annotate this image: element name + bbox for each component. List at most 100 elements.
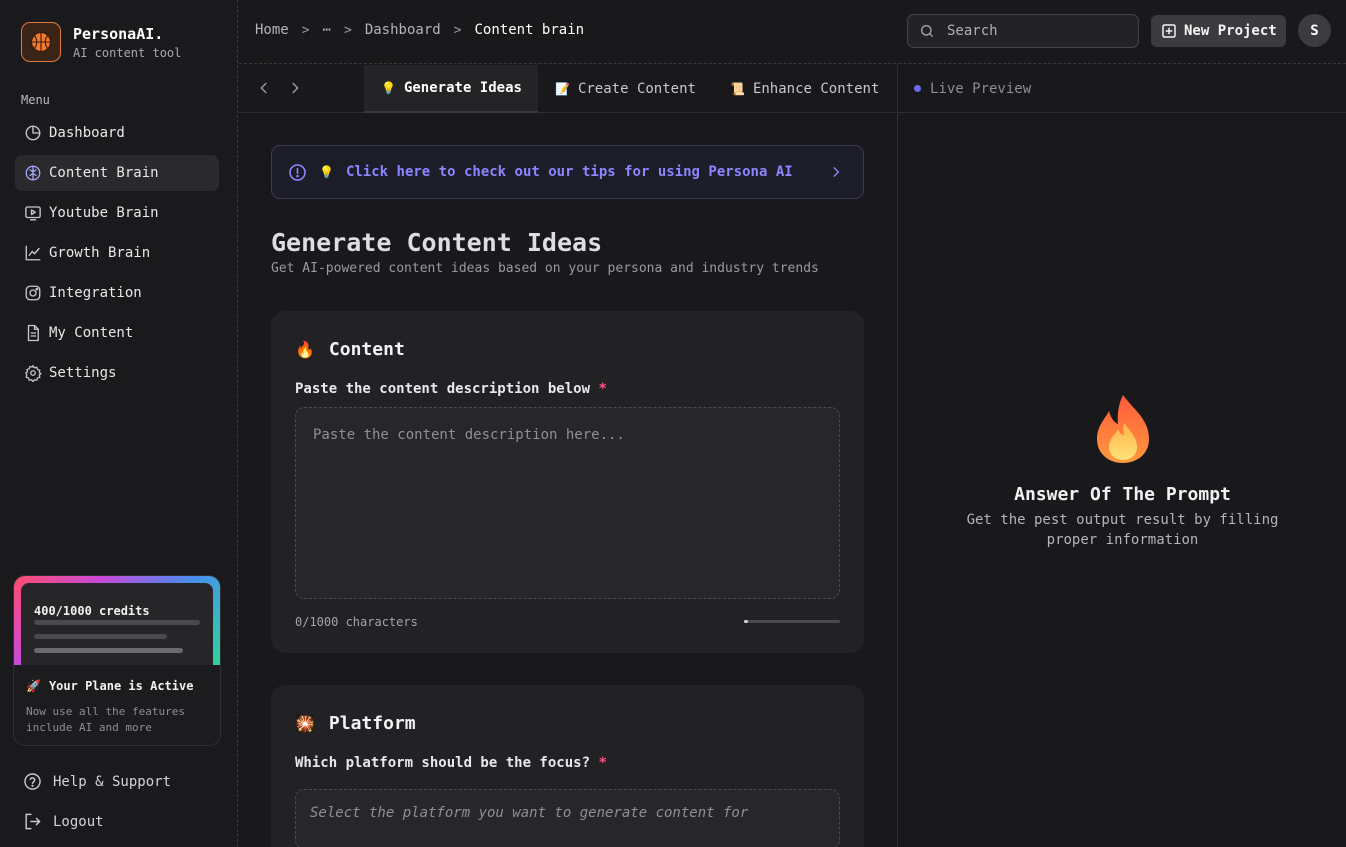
- page-subtitle: Get AI-powered content ideas based on yo…: [271, 261, 819, 276]
- content-field-label: Paste the content description below *: [295, 381, 607, 397]
- info-circle-icon: [288, 163, 307, 182]
- video-icon: [24, 204, 42, 222]
- trend-chart-icon: [24, 244, 42, 262]
- platform-card-title: 🎇 Platform: [295, 713, 416, 734]
- gear-icon: [24, 364, 42, 382]
- chevron-right-icon: >: [301, 22, 310, 38]
- memo-icon: 📝: [555, 82, 570, 96]
- preview-title: Answer Of The Prompt: [1014, 484, 1231, 505]
- sidebar-item-label: Content Brain: [49, 165, 159, 181]
- logout-icon: [23, 812, 42, 831]
- tab-enhance-content[interactable]: 📜 Enhance Content: [713, 65, 896, 113]
- credits-card[interactable]: 400/1000 credits 🚀 Your Plane is Active …: [13, 575, 221, 746]
- search-input[interactable]: [947, 23, 1117, 39]
- char-progress-bar: [744, 620, 840, 623]
- basketball-logo-icon: [21, 22, 61, 62]
- breadcrumb-home[interactable]: Home: [255, 22, 289, 38]
- credits-bar: [34, 634, 167, 639]
- platform-field-label: Which platform should be the focus? *: [295, 755, 607, 771]
- rocket-icon: 🚀: [26, 679, 41, 693]
- sidebar-item-label: Dashboard: [49, 125, 125, 141]
- sidebar: PersonaAI. AI content tool Menu Dashboar…: [0, 0, 238, 847]
- fireworks-icon: 🎇: [295, 714, 315, 733]
- sidebar-item-label: Integration: [49, 285, 142, 301]
- brand-name: PersonaAI.: [73, 25, 164, 43]
- tips-banner[interactable]: 💡 Click here to check out our tips for u…: [271, 145, 864, 199]
- search-icon: [919, 23, 935, 39]
- pie-chart-icon: [24, 124, 42, 142]
- live-preview-header: Live Preview: [897, 65, 1346, 113]
- sidebar-item-settings[interactable]: Settings: [15, 355, 219, 391]
- chevron-right-icon: [829, 165, 843, 179]
- breadcrumb: Home > ⋯ > Dashboard > Content brain: [255, 22, 584, 38]
- menu-label: Menu: [21, 93, 50, 107]
- sidebar-menu: Dashboard Content Brain Youtube Brain Gr…: [15, 115, 219, 395]
- tab-create-content[interactable]: 📝 Create Content: [538, 65, 712, 113]
- breadcrumb-current: Content brain: [474, 22, 585, 38]
- avatar[interactable]: S: [1298, 14, 1331, 47]
- sidebar-item-dashboard[interactable]: Dashboard: [15, 115, 219, 151]
- tab-generate-ideas[interactable]: 💡 Generate Ideas: [364, 65, 538, 113]
- credits-label: 400/1000 credits: [34, 604, 150, 618]
- lightbulb-icon: 💡: [381, 81, 396, 95]
- instagram-icon: [24, 284, 42, 302]
- content-description-placeholder: Paste the content description here...: [313, 427, 625, 443]
- credits-panel: 400/1000 credits: [21, 583, 213, 673]
- search-box[interactable]: [907, 14, 1139, 48]
- plan-status-title: 🚀 Your Plane is Active: [26, 679, 194, 693]
- logout-link[interactable]: Logout: [23, 812, 104, 831]
- platform-card: 🎇 Platform Which platform should be the …: [271, 685, 864, 847]
- sidebar-item-integration[interactable]: Integration: [15, 275, 219, 311]
- tips-text: Click here to check out our tips for usi…: [345, 164, 793, 180]
- breadcrumb-dashboard[interactable]: Dashboard: [365, 22, 441, 38]
- page-title: Generate Content Ideas: [271, 228, 603, 257]
- platform-select-placeholder: Select the platform you want to generate…: [310, 805, 749, 821]
- content-card: 🔥 Content Paste the content description …: [271, 311, 864, 653]
- content-description-textarea[interactable]: Paste the content description here...: [295, 407, 840, 599]
- required-marker: *: [598, 755, 607, 771]
- sidebar-item-youtube-brain[interactable]: Youtube Brain: [15, 195, 219, 231]
- help-support-link[interactable]: Help & Support: [23, 772, 171, 791]
- credits-bar: [34, 620, 200, 625]
- help-support-label: Help & Support: [53, 773, 172, 790]
- tab-label: Generate Ideas: [403, 80, 522, 96]
- back-arrow-icon[interactable]: [256, 80, 272, 96]
- live-preview-panel: Answer Of The Prompt Get the pest output…: [897, 113, 1346, 847]
- sidebar-item-label: Youtube Brain: [49, 205, 159, 221]
- document-icon: [24, 324, 42, 342]
- tab-strip: 💡 Generate Ideas 📝 Create Content 📜 Enha…: [239, 65, 896, 113]
- brain-icon: [24, 164, 42, 182]
- sidebar-item-content-brain[interactable]: Content Brain: [15, 155, 219, 191]
- tab-label: Create Content: [577, 81, 696, 97]
- new-project-label: New Project: [1184, 23, 1277, 39]
- forward-arrow-icon[interactable]: [287, 80, 303, 96]
- main-content: 💡 Click here to check out our tips for u…: [239, 113, 896, 847]
- content-card-title: 🔥 Content: [295, 339, 405, 360]
- lightbulb-icon: 💡: [319, 165, 334, 179]
- scroll-icon: 📜: [730, 82, 745, 96]
- sidebar-item-label: My Content: [49, 325, 134, 341]
- preview-subtitle: Get the pest output result by filling pr…: [966, 512, 1279, 548]
- brand-subtitle: AI content tool: [73, 46, 182, 60]
- sidebar-item-label: Settings: [49, 365, 117, 381]
- char-counter: 0/1000 characters: [295, 615, 418, 629]
- fire-icon: [1093, 393, 1153, 465]
- tab-label: Enhance Content: [752, 81, 880, 97]
- credits-bar: [34, 648, 183, 653]
- top-bar: Home > ⋯ > Dashboard > Content brain New…: [239, 0, 1346, 64]
- status-dot-icon: [914, 85, 921, 92]
- chevron-right-icon: >: [453, 22, 462, 38]
- breadcrumb-more[interactable]: ⋯: [323, 22, 331, 38]
- brand[interactable]: PersonaAI. AI content tool: [21, 22, 181, 62]
- plan-description: Now use all the features include AI and …: [26, 705, 185, 734]
- help-circle-icon: [23, 772, 42, 791]
- live-preview-label: Live Preview: [930, 80, 1032, 97]
- logout-label: Logout: [53, 813, 104, 830]
- sidebar-item-growth-brain[interactable]: Growth Brain: [15, 235, 219, 271]
- sidebar-item-label: Growth Brain: [49, 245, 151, 261]
- sidebar-item-my-content[interactable]: My Content: [15, 315, 219, 351]
- platform-select[interactable]: Select the platform you want to generate…: [295, 789, 840, 847]
- plus-square-icon: [1161, 23, 1177, 39]
- required-marker: *: [598, 381, 607, 397]
- new-project-button[interactable]: New Project: [1151, 15, 1286, 47]
